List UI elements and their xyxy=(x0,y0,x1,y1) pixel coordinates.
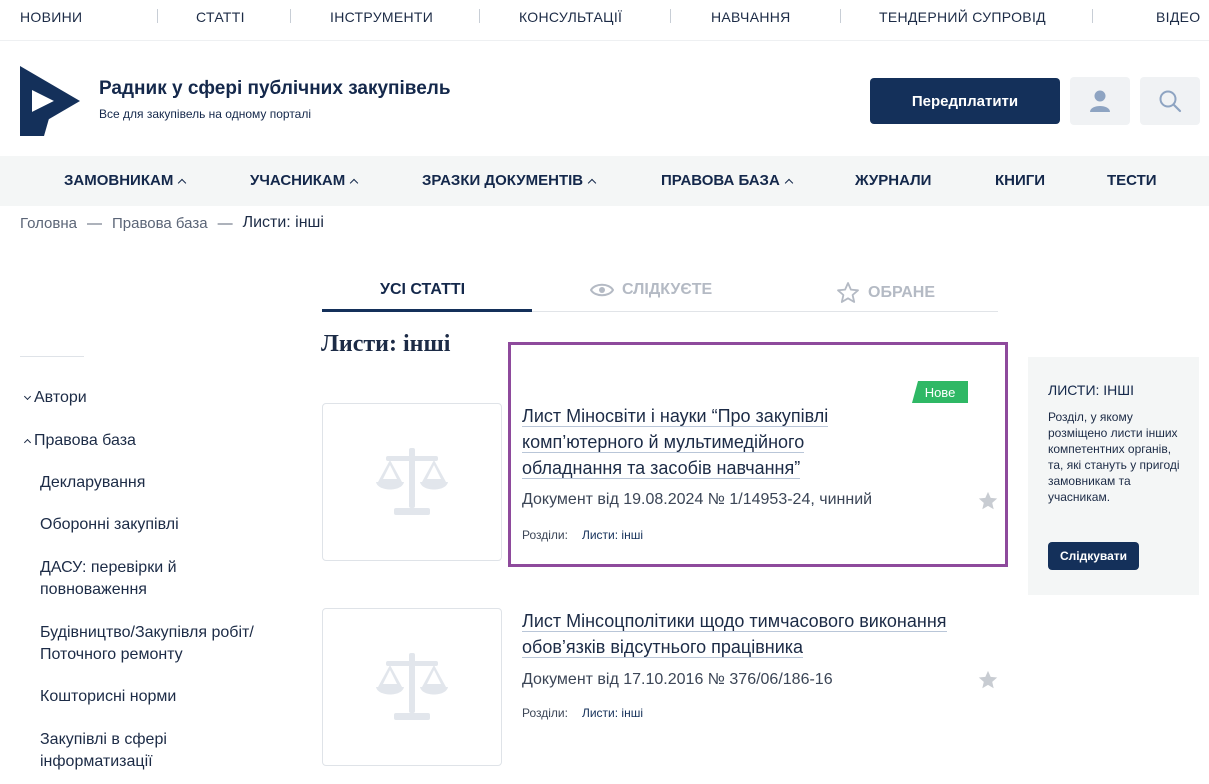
tab-all-articles[interactable]: УСІ СТАТТІ xyxy=(380,281,465,299)
favorite-star-icon[interactable] xyxy=(977,669,999,691)
article-sections: Розділи: Листи: інші xyxy=(522,528,643,542)
menu-label: УЧАСНИКАМ xyxy=(250,172,346,189)
topnav-tools[interactable]: ІНСТРУМЕНТИ xyxy=(330,9,433,25)
favorite-star-icon[interactable] xyxy=(977,490,999,512)
site-title: Радник у сфері публічних закупівель xyxy=(99,78,451,99)
follow-button[interactable]: Слідкувати xyxy=(1048,542,1139,570)
menu-legal-base[interactable]: ПРАВОВА БАЗА xyxy=(661,172,794,189)
breadcrumb-separator: — xyxy=(87,214,102,232)
tab-label: СЛІДКУЄТЕ xyxy=(622,281,713,298)
site-subtitle: Все для закупівель на одному порталі xyxy=(99,107,312,121)
subscribe-button[interactable]: Передплатити xyxy=(870,78,1060,124)
sections-label: Розділи: xyxy=(522,528,568,542)
sidebar-item-dasu[interactable]: ДАСУ: перевірки й повноваження xyxy=(40,557,240,601)
tab-following[interactable]: СЛІДКУЄТЕ xyxy=(590,281,712,299)
article-meta: Документ від 17.10.2016 № 376/06/186-16 xyxy=(522,671,833,688)
menu-participants[interactable]: УЧАСНИКАМ xyxy=(250,172,359,189)
menu-label: ЗРАЗКИ ДОКУМЕНТІВ xyxy=(422,172,584,189)
search-button[interactable] xyxy=(1140,77,1200,125)
article-tabs: УСІ СТАТТІ СЛІДКУЄТЕ ОБРАНЕ xyxy=(322,272,998,312)
topnav-separator xyxy=(1092,9,1093,23)
star-outline-icon xyxy=(837,282,859,303)
menu-label: ЗАМОВНИКАМ xyxy=(64,172,174,189)
breadcrumb: Головна — Правова база — Листи: інші xyxy=(20,214,324,232)
chevron-up-icon xyxy=(350,178,359,187)
topnav-separator xyxy=(479,9,480,23)
topnav-articles[interactable]: СТАТТІ xyxy=(196,9,245,25)
sidebar-item-legal-base[interactable]: Правова база xyxy=(23,430,136,452)
breadcrumb-separator: — xyxy=(217,214,233,232)
chevron-up-icon xyxy=(178,178,187,187)
topnav-news[interactable]: НОВИНИ xyxy=(20,9,82,25)
tab-label: ОБРАНЕ xyxy=(868,284,935,301)
logo-icon xyxy=(20,66,80,136)
sections-label: Розділи: xyxy=(522,706,568,720)
active-tab-indicator xyxy=(322,309,532,312)
info-description: Розділ, у якому розміщено листи інших ко… xyxy=(1048,410,1180,504)
section-link[interactable]: Листи: інші xyxy=(582,528,643,542)
chevron-up-icon xyxy=(784,178,794,187)
section-link[interactable]: Листи: інші xyxy=(582,706,643,720)
page-title: Листи: інші xyxy=(321,331,451,357)
chevron-down-icon xyxy=(23,392,32,400)
tab-favorites[interactable]: ОБРАНЕ xyxy=(836,281,935,305)
user-icon xyxy=(1090,90,1110,112)
menu-tests[interactable]: ТЕСТИ xyxy=(1107,172,1157,189)
sidebar-item-label: Автори xyxy=(34,389,87,406)
menu-label: ПРАВОВА БАЗА xyxy=(661,172,780,189)
chevron-up-icon xyxy=(23,438,32,447)
article-thumbnail[interactable] xyxy=(322,403,502,561)
topnav-training[interactable]: НАВЧАННЯ xyxy=(711,9,791,25)
sidebar-item-declaration[interactable]: Декларування xyxy=(40,472,145,494)
chevron-up-icon xyxy=(587,178,597,187)
eye-icon xyxy=(590,283,614,297)
article-meta: Документ від 19.08.2024 № 1/14953-24, чи… xyxy=(522,491,873,508)
article-title[interactable]: Лист Мінсоцполітики щодо тимчасового вик… xyxy=(522,608,982,660)
sidebar-divider xyxy=(20,356,84,357)
sidebar-item-cost-norms[interactable]: Кошторисні норми xyxy=(40,686,176,708)
topnav-consultations[interactable]: КОНСУЛЬТАЦІЇ xyxy=(519,9,622,25)
search-icon xyxy=(1159,90,1182,113)
article-thumbnail[interactable] xyxy=(322,608,502,766)
scales-icon xyxy=(376,448,448,515)
article-title-text: Лист Міносвіти і науки “Про закупівлі ко… xyxy=(522,406,829,479)
menu-document-samples[interactable]: ЗРАЗКИ ДОКУМЕНТІВ xyxy=(422,172,597,189)
menu-books[interactable]: КНИГИ xyxy=(995,172,1045,189)
top-nav: НОВИНИ СТАТТІ ІНСТРУМЕНТИ КОНСУЛЬТАЦІЇ Н… xyxy=(0,0,1209,34)
top-divider xyxy=(0,40,1209,41)
scales-icon xyxy=(376,653,448,720)
article-title-text: Лист Мінсоцполітики щодо тимчасового вик… xyxy=(522,611,947,658)
menu-customers[interactable]: ЗАМОВНИКАМ xyxy=(64,172,187,189)
site-logo[interactable] xyxy=(20,66,80,136)
topnav-separator xyxy=(840,9,841,23)
topnav-video[interactable]: ВІДЕО xyxy=(1156,9,1200,25)
breadcrumb-current: Листи: інші xyxy=(242,214,324,231)
main-menu: ЗАМОВНИКАМ УЧАСНИКАМ ЗРАЗКИ ДОКУМЕНТІВ П… xyxy=(0,156,1209,206)
sidebar-item-informatization[interactable]: Закупівлі в сфері інформатизації xyxy=(40,729,240,773)
topnav-separator xyxy=(157,9,158,23)
sidebar-item-defense-procurement[interactable]: Оборонні закупівлі xyxy=(40,514,179,536)
breadcrumb-home[interactable]: Головна xyxy=(20,215,77,232)
sidebar-item-construction[interactable]: Будівництво/Закупівля робіт/ Поточного р… xyxy=(40,622,300,666)
sidebar-item-authors[interactable]: Автори xyxy=(23,387,87,409)
menu-journals[interactable]: ЖУРНАЛИ xyxy=(855,172,931,189)
breadcrumb-legal-base[interactable]: Правова база xyxy=(112,215,208,232)
section-info-box: ЛИСТИ: ІНШІ Розділ, у якому розміщено ли… xyxy=(1028,357,1199,595)
sidebar-item-label: Правова база xyxy=(34,432,136,449)
topnav-separator xyxy=(290,9,291,23)
article-sections: Розділи: Листи: інші xyxy=(522,706,643,720)
account-button[interactable] xyxy=(1070,77,1130,125)
info-title: ЛИСТИ: ІНШІ xyxy=(1048,382,1135,398)
article-title[interactable]: Лист Міносвіти і науки “Про закупівлі ко… xyxy=(522,403,902,481)
new-badge: Нове xyxy=(912,381,968,403)
topnav-tender-support[interactable]: ТЕНДЕРНИЙ СУПРОВІД xyxy=(879,9,1046,25)
topnav-separator xyxy=(670,9,671,23)
